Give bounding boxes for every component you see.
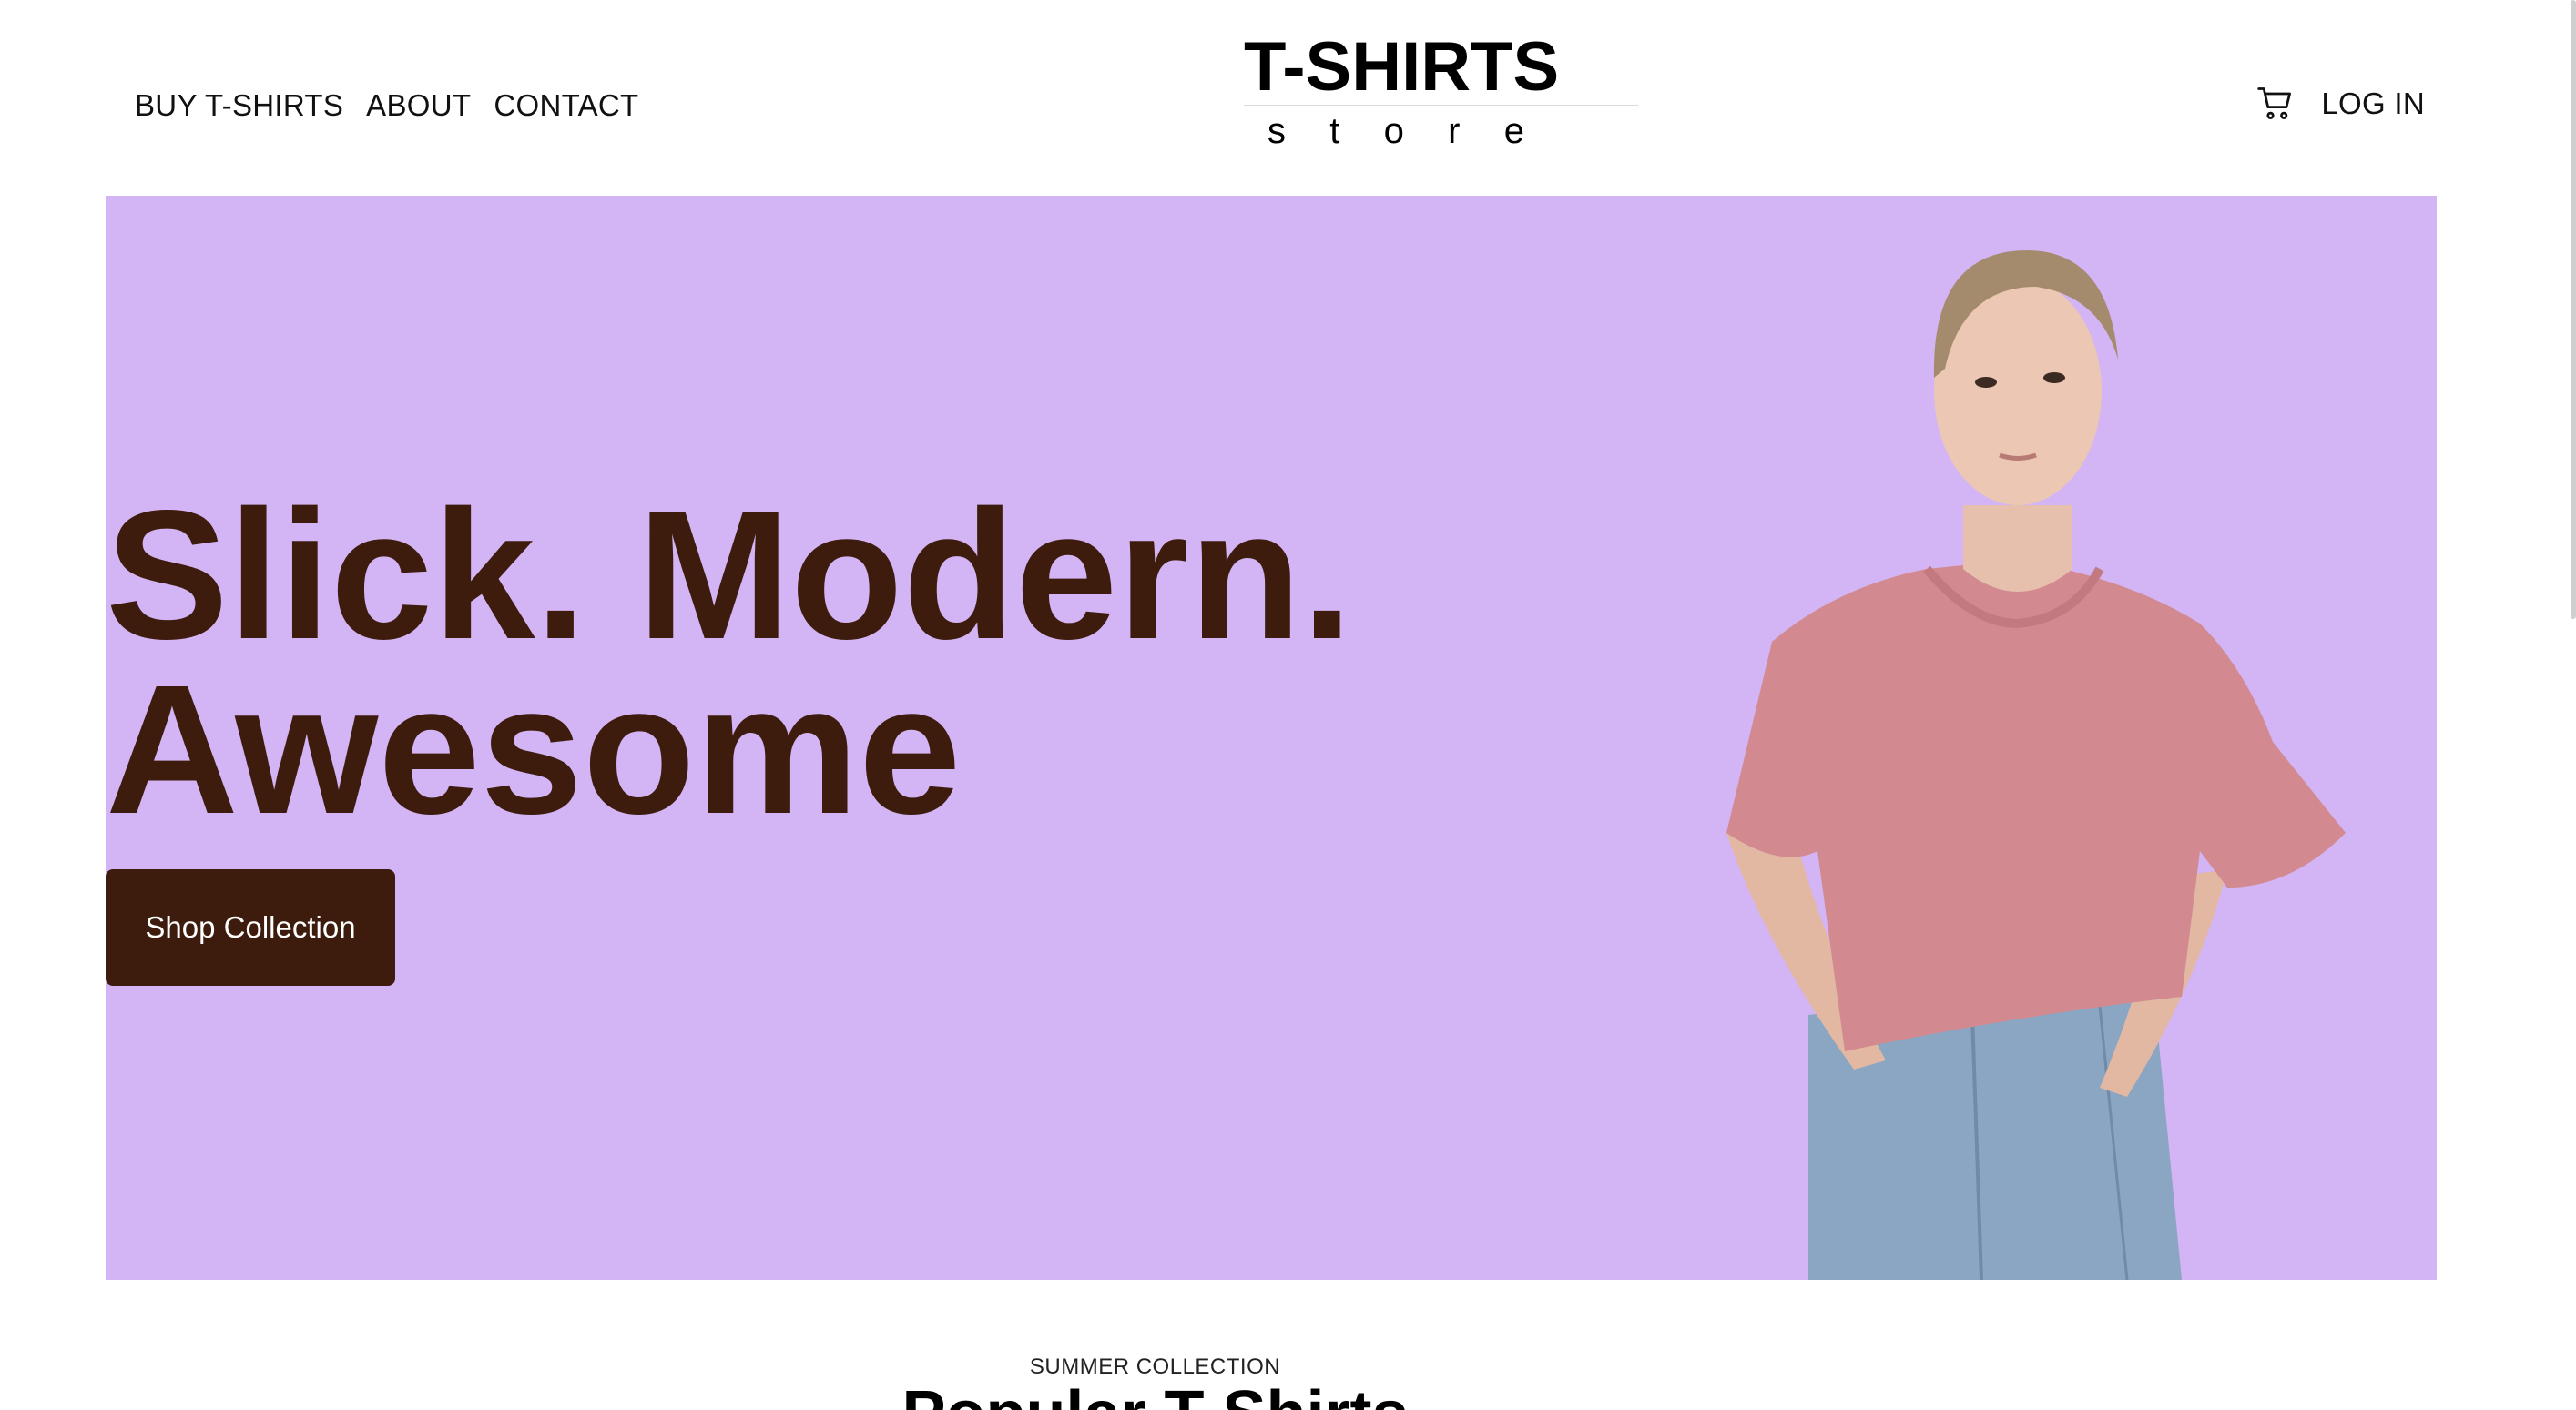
logo-subtitle-letter: o [1383,111,1404,151]
page-scrollbar[interactable] [2571,0,2576,619]
hero-banner: Slick. Modern. Awesome Shop Collection [106,196,2437,1280]
logo-subtitle-letter: s [1268,111,1286,151]
hero-model-image [1726,250,2346,1280]
collection-title: Popular T-Shirts [0,1378,2310,1410]
nav-about[interactable]: ABOUT [366,87,471,124]
nav-buy-tshirts[interactable]: BUY T-SHIRTS [135,87,343,124]
logo-title: T-SHIRTS [1244,28,1560,106]
shop-collection-button[interactable]: Shop Collection [106,869,395,986]
logo-subtitle: s t o r e [1268,111,1524,151]
logo-subtitle-letter: e [1503,111,1524,151]
login-link[interactable]: LOG IN [2321,86,2425,122]
collection-eyebrow: SUMMER COLLECTION [1029,1354,1281,1379]
main-nav: BUY T-SHIRTS ABOUT CONTACT [135,87,639,124]
hero-headline-line-2: Awesome [106,646,962,852]
cart-icon[interactable] [2255,84,2296,124]
page: BUY T-SHIRTS ABOUT CONTACT T-SHIRTS s t … [0,0,2576,1410]
logo-subtitle-letter: t [1329,111,1340,151]
hero-headline: Slick. Modern. Awesome [106,472,1353,852]
hero-headline-line-1: Slick. Modern. [106,472,1353,677]
nav-contact[interactable]: CONTACT [494,87,638,124]
header-actions: LOG IN [2255,84,2425,124]
store-logo[interactable]: T-SHIRTS s t o r e [1244,31,1638,151]
logo-subtitle-letter: r [1448,111,1461,151]
